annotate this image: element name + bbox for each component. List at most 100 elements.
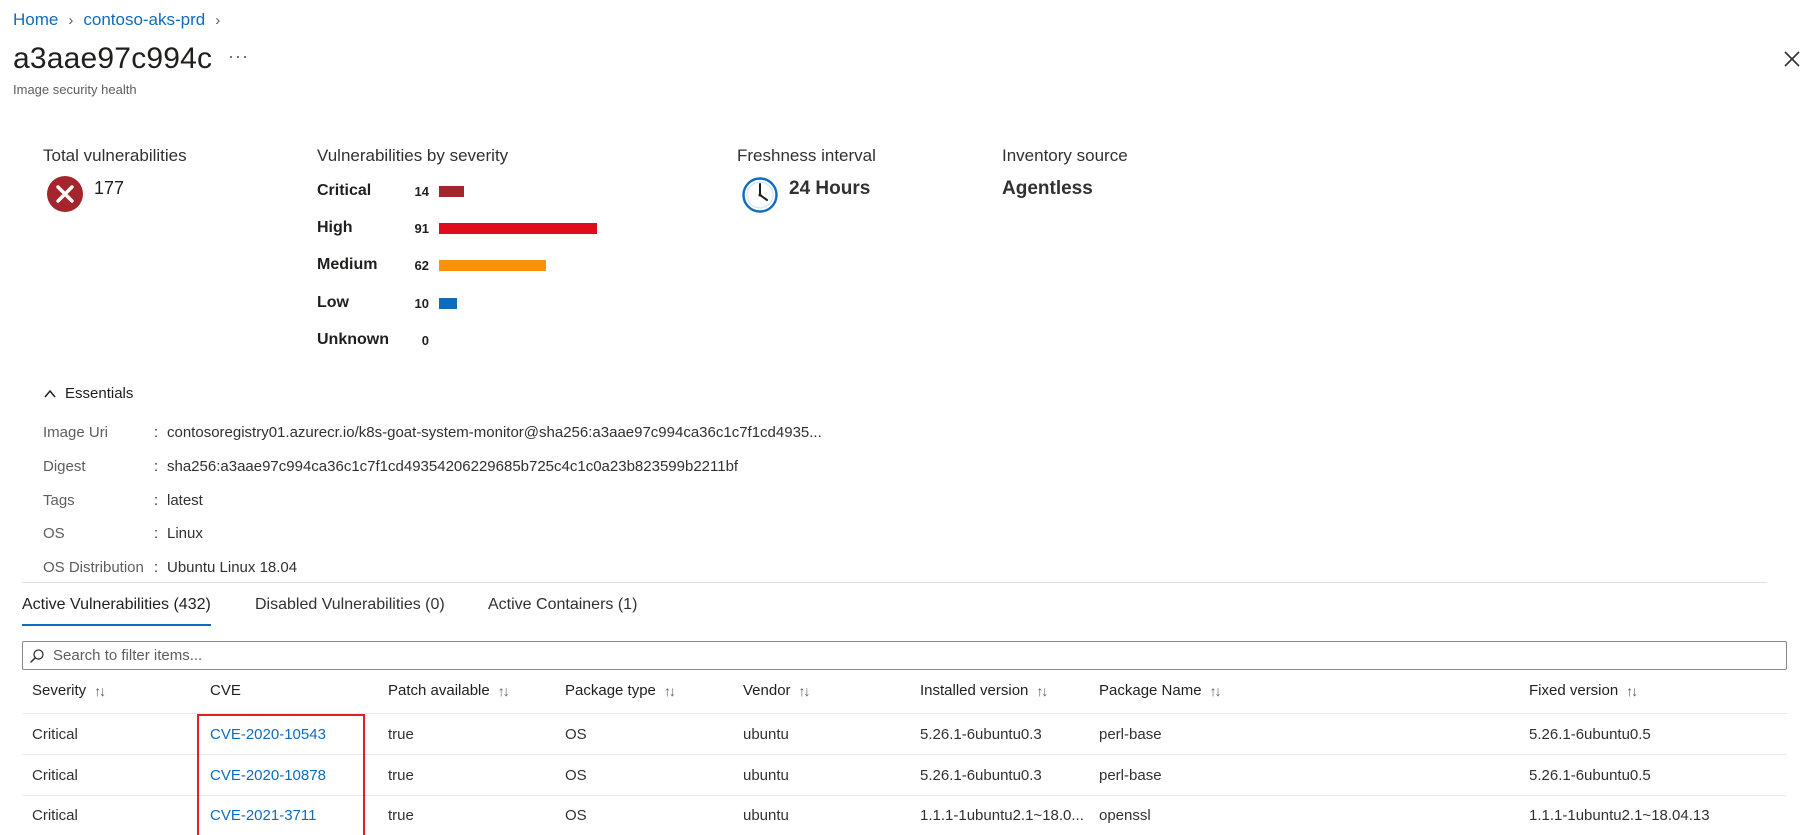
cell-severity: Critical: [32, 726, 78, 743]
essentials-label-image-uri: Image Uri: [43, 424, 109, 441]
column-header-label: CVE: [210, 682, 241, 699]
column-header-vendor[interactable]: Vendor ↑↓: [743, 682, 811, 699]
essentials-label-digest: Digest: [43, 458, 86, 475]
essentials-label-os-distribution: OS Distribution: [43, 559, 144, 576]
severity-row-critical: Critical 14: [317, 180, 637, 202]
severity-row-medium: Medium 62: [317, 254, 637, 276]
essentials-value-digest: sha256:a3aae97c994ca36c1c7f1cd4935420622…: [167, 458, 739, 475]
sort-icon: ↑↓: [94, 682, 106, 699]
cell-package-name: openssl: [1099, 807, 1151, 824]
cell-installed-version: 5.26.1-6ubuntu0.3: [920, 726, 1042, 743]
severity-name: Unknown: [317, 331, 389, 348]
inventory-source-value: Agentless: [1002, 178, 1093, 199]
page-title: a3aae97c994c: [13, 42, 213, 75]
essentials-value-os: Linux: [167, 525, 203, 542]
essentials-value-image-uri: contosoregistry01.azurecr.io/k8s-goat-sy…: [167, 424, 822, 441]
cell-fixed-version: 5.26.1-6ubuntu0.5: [1529, 726, 1651, 743]
severity-bar: [439, 222, 597, 234]
essentials-label-os: OS: [43, 525, 65, 542]
cell-fixed-version: 1.1.1-1ubuntu2.1~18.04.13: [1529, 807, 1710, 824]
sort-icon: ↑↓: [497, 682, 510, 699]
severity-name: Critical: [317, 182, 372, 199]
severity-row-low: Low 10: [317, 292, 637, 314]
essentials-toggle[interactable]: Essentials: [43, 385, 133, 402]
sort-icon: ↑↓: [1626, 682, 1638, 699]
column-header-package-name[interactable]: Package Name ↑↓: [1099, 682, 1222, 699]
cell-patch-available: true: [388, 726, 414, 743]
breadcrumb: Home › contoso-aks-prd ›: [13, 10, 230, 30]
severity-name: Medium: [317, 256, 378, 273]
cell-installed-version: 5.26.1-6ubuntu0.3: [920, 767, 1042, 784]
column-header-label: Patch available: [388, 682, 490, 699]
page-subtitle: Image security health: [13, 82, 137, 97]
column-header-severity[interactable]: Severity ↑↓: [32, 682, 106, 699]
cell-vendor: ubuntu: [743, 767, 789, 784]
sort-icon: ↑↓: [1036, 682, 1048, 699]
column-header-label: Package type: [565, 682, 656, 699]
chevron-right-icon: ›: [215, 11, 221, 29]
sort-icon: ↑↓: [663, 682, 676, 699]
severity-count: 62: [414, 257, 429, 273]
column-header-package-type[interactable]: Package type ↑↓: [565, 682, 676, 699]
cell-patch-available: true: [388, 807, 414, 824]
divider: [22, 582, 1767, 583]
cell-installed-version: 1.1.1-1ubuntu2.1~18.0...: [920, 807, 1084, 824]
severity-count: 0: [421, 332, 429, 348]
sort-icon: ↑↓: [1209, 682, 1222, 699]
total-vulnerabilities-value: 177: [94, 178, 125, 198]
colon: :: [154, 559, 159, 576]
cell-package-name: perl-base: [1099, 726, 1162, 743]
chevron-up-icon: [44, 389, 56, 397]
essentials-label-tags: Tags: [43, 492, 75, 509]
severity-bar: [439, 297, 457, 309]
column-header-installed-version[interactable]: Installed version ↑↓: [920, 682, 1048, 699]
severity-count: 91: [414, 220, 429, 236]
severity-name: High: [317, 219, 353, 236]
severity-bar: [439, 259, 546, 271]
column-header-fixed-version[interactable]: Fixed version ↑↓: [1529, 682, 1638, 699]
severity-bar: [439, 185, 464, 197]
close-icon[interactable]: [1780, 47, 1804, 71]
cell-package-type: OS: [565, 726, 587, 743]
clock-icon: [742, 177, 778, 213]
search-icon: [30, 648, 44, 663]
highlight-box: [197, 714, 365, 835]
cell-package-name: perl-base: [1099, 767, 1162, 784]
cell-severity: Critical: [32, 767, 78, 784]
tab-disabled-vulnerabilities[interactable]: Disabled Vulnerabilities (0): [255, 596, 445, 624]
freshness-label: Freshness interval: [737, 146, 876, 165]
breadcrumb-resource-link[interactable]: contoso-aks-prd: [83, 10, 205, 30]
severity-label: Vulnerabilities by severity: [317, 146, 509, 165]
severity-row-unknown: Unknown 0: [317, 329, 637, 351]
colon: :: [154, 458, 159, 475]
essentials-value-os-distribution: Ubuntu Linux 18.04: [167, 559, 298, 576]
severity-name: Low: [317, 294, 349, 311]
cell-patch-available: true: [388, 767, 414, 784]
cell-severity: Critical: [32, 807, 78, 824]
cell-package-type: OS: [565, 767, 587, 784]
tab-active-vulnerabilities[interactable]: Active Vulnerabilities (432): [22, 596, 211, 626]
cell-fixed-version: 5.26.1-6ubuntu0.5: [1529, 767, 1651, 784]
cell-vendor: ubuntu: [743, 726, 789, 743]
inventory-source-label: Inventory source: [1002, 146, 1128, 165]
column-header-label: Package Name: [1099, 682, 1202, 699]
colon: :: [154, 492, 159, 509]
essentials-label: Essentials: [65, 385, 134, 402]
column-header-label: Severity: [32, 682, 87, 699]
severity-row-high: High 91: [317, 217, 637, 239]
search-box[interactable]: [22, 641, 1787, 670]
search-input[interactable]: [51, 646, 1786, 665]
column-header-cve[interactable]: CVE: [210, 682, 241, 699]
tab-active-containers[interactable]: Active Containers (1): [488, 596, 637, 624]
cell-vendor: ubuntu: [743, 807, 789, 824]
colon: :: [154, 525, 159, 542]
column-header-patch-available[interactable]: Patch available ↑↓: [388, 682, 510, 699]
more-options-button[interactable]: ···: [228, 46, 249, 67]
column-header-label: Vendor: [743, 682, 791, 699]
breadcrumb-home-link[interactable]: Home: [13, 10, 58, 30]
total-vulnerabilities-label: Total vulnerabilities: [43, 146, 187, 165]
freshness-value: 24 Hours: [789, 178, 871, 199]
severity-count: 14: [414, 183, 429, 199]
severity-count: 10: [414, 295, 429, 311]
cell-package-type: OS: [565, 807, 587, 824]
